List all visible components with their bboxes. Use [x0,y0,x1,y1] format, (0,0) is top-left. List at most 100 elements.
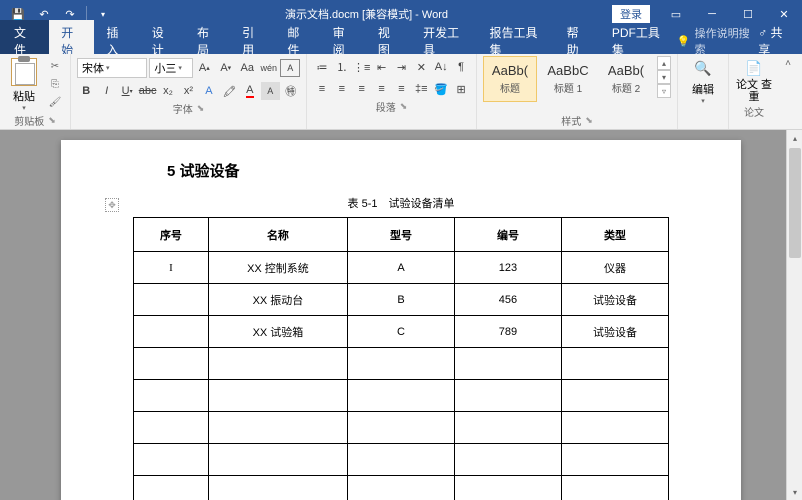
cell[interactable]: C [347,316,454,348]
cell[interactable] [561,444,668,476]
cell[interactable] [134,284,209,316]
cell[interactable] [454,348,561,380]
font-name-select[interactable]: 宋体▾ [77,58,147,78]
copy-icon[interactable]: ⎘ [46,76,64,92]
cell[interactable]: 123 [454,252,561,284]
launcher-icon[interactable]: ⬊ [585,115,593,126]
cell[interactable] [347,412,454,444]
style-scroll-down-icon[interactable]: ▾ [657,70,671,84]
table-header-row[interactable]: 序号 名称 型号 编号 类型 [134,218,669,252]
scrollbar-thumb[interactable] [789,148,801,258]
highlight-icon[interactable]: 🖍 [220,82,238,100]
section-heading[interactable]: 5 试验设备 [167,160,669,181]
cell[interactable] [347,380,454,412]
table-row[interactable] [134,444,669,476]
style-heading2[interactable]: AaBb( 标题 2 [599,56,653,102]
cell[interactable]: 仪器 [561,252,668,284]
cell[interactable]: 789 [454,316,561,348]
increase-indent-icon[interactable]: ⇥ [393,58,411,76]
style-normal[interactable]: AaBb( 标题 [483,56,537,102]
cell[interactable] [454,476,561,500]
subscript-icon[interactable]: x₂ [159,82,177,100]
tell-me-search[interactable]: 💡 操作说明搜索 [677,25,750,57]
table-row[interactable] [134,380,669,412]
launcher-icon[interactable]: ⬊ [197,103,205,114]
align-right-icon[interactable]: ≡ [353,80,371,98]
cell[interactable] [208,444,347,476]
cell[interactable]: I [134,252,209,284]
cell[interactable] [134,348,209,380]
decrease-indent-icon[interactable]: ⇤ [373,58,391,76]
cell[interactable]: A [347,252,454,284]
col-header[interactable]: 型号 [347,218,454,252]
paste-button[interactable]: 粘贴 ▾ [6,56,42,112]
line-spacing-icon[interactable]: ‡≡ [412,80,430,98]
align-left-icon[interactable]: ≡ [313,80,331,98]
char-shading-icon[interactable]: A [261,82,279,100]
cell[interactable]: 试验设备 [561,284,668,316]
editing-button[interactable]: 🔍 编辑 ▾ [684,56,722,105]
distribute-icon[interactable]: ≡ [393,80,411,98]
grow-font-icon[interactable]: A▴ [195,59,214,77]
multilevel-list-icon[interactable]: ⋮≡ [353,58,371,76]
asian-layout-icon[interactable]: ✕ [412,58,430,76]
vertical-scrollbar[interactable]: ▴ ▾ [786,130,802,500]
col-header[interactable]: 序号 [134,218,209,252]
cell[interactable] [561,476,668,500]
cell[interactable] [561,348,668,380]
cell[interactable]: 试验设备 [561,316,668,348]
cell[interactable] [454,444,561,476]
cell[interactable] [208,380,347,412]
cell[interactable] [347,444,454,476]
col-header[interactable]: 名称 [208,218,347,252]
cell[interactable]: XX 控制系统 [208,252,347,284]
cell[interactable]: 456 [454,284,561,316]
format-painter-icon[interactable]: 🖌 [46,94,64,110]
change-case-icon[interactable]: Aa [238,59,257,77]
collapse-ribbon-icon[interactable]: ˄ [779,58,797,76]
table-row[interactable]: XX 试验箱 C 789 试验设备 [134,316,669,348]
underline-icon[interactable]: U▾ [118,82,136,100]
bold-icon[interactable]: B [77,82,95,100]
page[interactable]: ✥ 5 试验设备 表 5-1 试验设备清单 序号 名称 型号 编号 类型 I X… [61,140,741,500]
style-heading1[interactable]: AaBbC 标题 1 [541,56,595,102]
cell[interactable]: B [347,284,454,316]
scroll-up-icon[interactable]: ▴ [787,130,802,146]
launcher-icon[interactable]: ⬊ [48,115,56,126]
share-button[interactable]: ♂ 共享 [758,24,790,58]
show-marks-icon[interactable]: ¶ [452,58,470,76]
superscript-icon[interactable]: x² [179,82,197,100]
shading-icon[interactable]: 🪣 [432,80,450,98]
bullets-icon[interactable]: ≔ [313,58,331,76]
table-row[interactable] [134,412,669,444]
table-row[interactable]: XX 振动台 B 456 试验设备 [134,284,669,316]
style-scroll-up-icon[interactable]: ▴ [657,56,671,70]
cell[interactable] [134,412,209,444]
cell[interactable] [561,380,668,412]
thesis-check-button[interactable]: 📄 论文 查重 [735,56,773,103]
cell[interactable] [208,412,347,444]
enclose-char-icon[interactable]: ㊕ [282,82,300,100]
cell[interactable] [134,380,209,412]
equipment-table[interactable]: 序号 名称 型号 编号 类型 I XX 控制系统 A 123 仪器 XX 振动台… [133,217,669,500]
sort-icon[interactable]: A↓ [432,58,450,76]
cell[interactable]: XX 振动台 [208,284,347,316]
font-color-icon[interactable]: A [241,82,259,100]
cell[interactable]: XX 试验箱 [208,316,347,348]
shrink-font-icon[interactable]: A▾ [216,59,235,77]
cell[interactable] [347,348,454,380]
cell[interactable] [208,348,347,380]
cut-icon[interactable]: ✂ [46,58,64,74]
cell[interactable] [347,476,454,500]
cell[interactable] [208,476,347,500]
col-header[interactable]: 编号 [454,218,561,252]
table-row[interactable] [134,476,669,500]
table-row[interactable]: I XX 控制系统 A 123 仪器 [134,252,669,284]
table-row[interactable] [134,348,669,380]
scroll-down-icon[interactable]: ▾ [787,484,802,500]
cell[interactable] [561,412,668,444]
italic-icon[interactable]: I [97,82,115,100]
font-size-select[interactable]: 小三▾ [149,58,192,78]
text-effects-icon[interactable]: A [200,82,218,100]
table-caption[interactable]: 表 5-1 试验设备清单 [133,195,669,211]
